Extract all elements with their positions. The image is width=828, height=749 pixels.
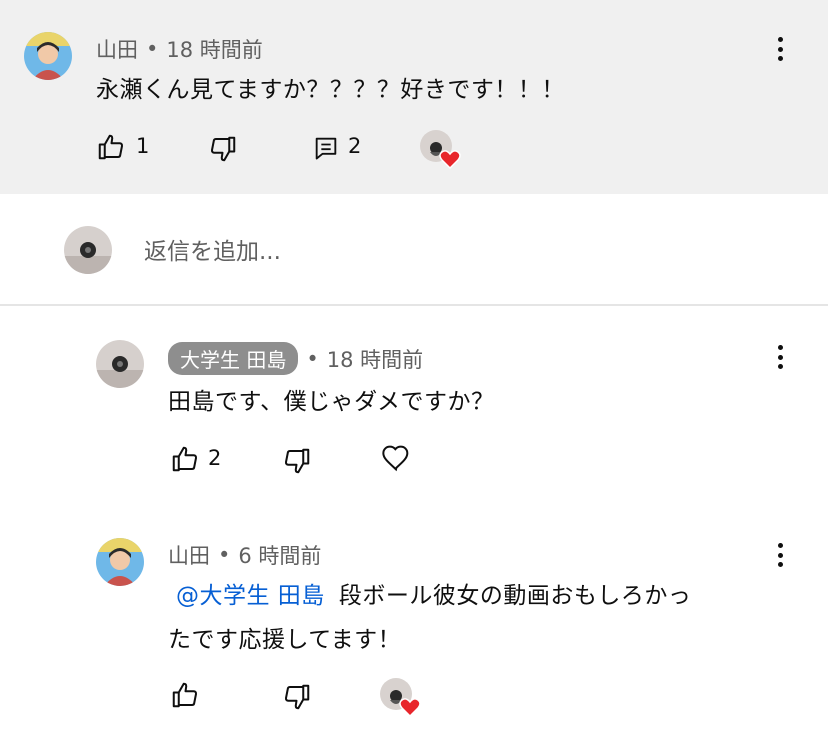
separator-dot: • <box>218 543 231 567</box>
comment-meta: 大学生 田島 • 18 時間前 <box>168 342 423 375</box>
author-name[interactable]: 山田 <box>168 540 210 570</box>
comment-text-line-1: @大学生 田島 段ボール彼女の動画おもしろかっ <box>168 576 691 610</box>
more-options-button[interactable] <box>770 342 790 372</box>
author-name[interactable]: 山田 <box>96 34 138 64</box>
timestamp[interactable]: 6 時間前 <box>238 540 321 570</box>
heart-icon <box>399 698 421 718</box>
user-avatar[interactable] <box>96 340 144 388</box>
parent-comment: 山田 • 18 時間前 永瀬くん見てますか？？？？好きです！！！ 1 2 <box>0 0 828 194</box>
reply-input-row: 返信を追加... <box>0 194 828 306</box>
like-count: 1 <box>136 134 150 158</box>
more-options-button[interactable] <box>770 34 790 64</box>
thumbs-up-icon[interactable] <box>170 444 200 474</box>
creator-heart-badge <box>420 130 461 170</box>
thumbs-down-icon[interactable] <box>282 446 312 476</box>
thumbs-down-icon[interactable] <box>282 682 312 712</box>
user-avatar[interactable] <box>24 32 72 80</box>
thumbs-up-icon[interactable] <box>170 680 200 710</box>
thumbs-up-icon[interactable] <box>96 132 126 162</box>
thumbs-down-icon[interactable] <box>208 134 238 164</box>
comment-text: 段ボール彼女の動画おもしろかっ <box>338 583 692 609</box>
timestamp[interactable]: 18 時間前 <box>327 344 423 374</box>
more-options-button[interactable] <box>770 540 790 570</box>
mention-link[interactable]: @大学生 田島 <box>176 583 325 609</box>
reply-count: 2 <box>348 134 362 158</box>
heart-icon <box>439 150 461 170</box>
reply-icon[interactable] <box>312 134 340 162</box>
current-user-avatar <box>64 226 112 274</box>
comment-meta: 山田 • 18 時間前 <box>96 34 263 64</box>
more-vert-icon <box>777 543 783 548</box>
comment-text-line-2: たです応援してます！ <box>168 627 402 653</box>
separator-dot: • <box>146 37 159 61</box>
creator-heart-badge <box>380 678 421 718</box>
more-vert-icon <box>777 37 783 42</box>
comment-text: 永瀬くん見てますか？？？？好きです！！！ <box>96 77 565 103</box>
user-avatar[interactable] <box>96 538 144 586</box>
heart-icon[interactable] <box>380 442 412 474</box>
like-count: 2 <box>208 446 222 470</box>
comment-meta: 山田 • 6 時間前 <box>168 540 321 570</box>
more-vert-icon <box>777 345 783 350</box>
timestamp[interactable]: 18 時間前 <box>166 34 262 64</box>
separator-dot: • <box>306 346 319 371</box>
comment-text: 田島です、僕じゃダメですか？ <box>168 389 495 415</box>
creator-author-chip[interactable]: 大学生 田島 <box>168 342 299 375</box>
reply-input[interactable]: 返信を追加... <box>144 232 281 266</box>
